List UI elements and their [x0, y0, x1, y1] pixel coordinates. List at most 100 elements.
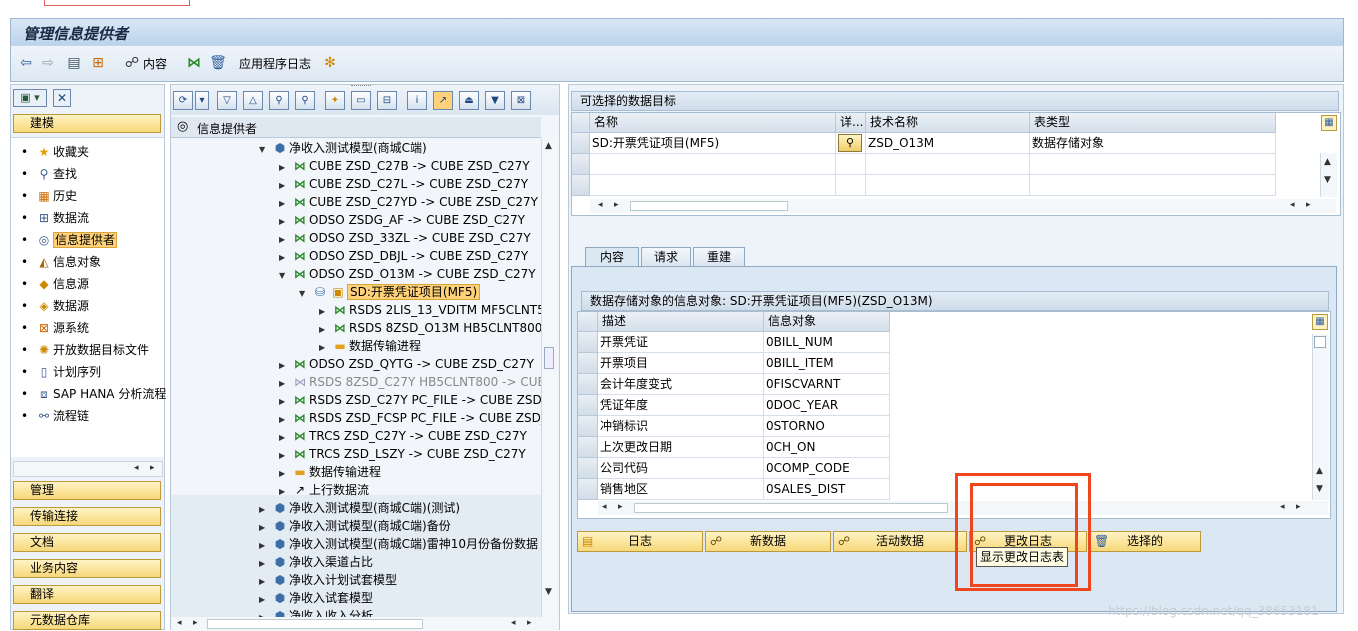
row-selector[interactable]: [572, 154, 590, 175]
scroll-right-icon[interactable]: ▸: [527, 618, 532, 628]
nav-infosource[interactable]: • ◆ 信息源: [21, 274, 89, 294]
tree-node[interactable]: ▶ ⋈ TRCS ZSD_LSZY -> CUBE ZSD_C27Y: [279, 445, 526, 463]
tree-node[interactable]: ▶ ⋈ RSDS 2LIS_13_VDITM MF5CLNT500: [319, 301, 541, 319]
tree-node[interactable]: ▶ ⬢ 净收入测试模型(商城C端)(测试): [259, 499, 460, 517]
tree-node[interactable]: ▶ ⋈ CUBE ZSD_C27B -> CUBE ZSD_C27Y: [279, 157, 530, 175]
scroll-up-icon[interactable]: ▲: [1324, 157, 1331, 167]
tree-node[interactable]: ▶ ⬢ 净收入测试模型(商城C端)备份: [259, 517, 451, 535]
scroll-left-icon[interactable]: ◂: [598, 200, 603, 210]
row-selector[interactable]: [572, 133, 590, 154]
tree-node[interactable]: ▶ ⬢ 净收入测试模型(商城C端)雷神10月份备份数据: [259, 535, 538, 553]
scroll-down-icon[interactable]: ▼: [1324, 175, 1331, 185]
scroll-thumb[interactable]: [630, 201, 788, 211]
back-arrow-icon[interactable]: ⇦: [17, 54, 35, 72]
row-selector[interactable]: [578, 458, 598, 479]
tab-content[interactable]: 内容: [585, 247, 639, 267]
scroll-down-icon[interactable]: ▼: [545, 587, 552, 597]
scroll-thumb[interactable]: [207, 619, 423, 629]
dropdown-icon[interactable]: ▾: [195, 91, 209, 110]
log-button[interactable]: ▤ 日志: [577, 531, 703, 552]
new-data-button[interactable]: ☍ 新数据: [705, 531, 831, 552]
scroll-right-icon[interactable]: ▸: [614, 200, 619, 210]
transport-button[interactable]: 传输连接: [13, 507, 161, 526]
tree-node[interactable]: ▶ ⋈ CUBE ZSD_C27YD -> CUBE ZSD_C27Y: [279, 193, 538, 211]
modeling-button[interactable]: 建模: [13, 114, 161, 133]
tree-node[interactable]: ▶ ⋈ RSDS ZSD_C27Y PC_FILE -> CUBE ZSD_C: [279, 391, 541, 409]
tree-node[interactable]: ▶ ⋈ RSDS ZSD_FCSP PC_FILE -> CUBE ZSD_C: [279, 409, 541, 427]
targets-hscrollbar[interactable]: ◂ ▸ ◂ ▸: [590, 199, 1336, 213]
nav-dataflow[interactable]: • ⊞ 数据流: [21, 208, 89, 228]
tree-node[interactable]: ▶ ▬ 数据传输进程: [319, 337, 421, 355]
scroll-thumb[interactable]: [1314, 336, 1326, 348]
infoobjects-vscrollbar[interactable]: ▲ ▼: [1312, 334, 1329, 500]
layout-menu-icon[interactable]: ▣ ▾: [13, 89, 47, 107]
splitter-handle[interactable]: [351, 85, 371, 87]
tree-node[interactable]: ▶ ⬢ 净收入计划试套模型: [259, 571, 397, 589]
row-selector[interactable]: [578, 395, 598, 416]
admin-button[interactable]: 管理: [13, 481, 161, 500]
scroll-right-icon[interactable]: ▸: [193, 618, 198, 628]
metadata-repository-button[interactable]: 元数据仓库: [13, 611, 161, 630]
row-selector[interactable]: [578, 353, 598, 374]
collapse-icon[interactable]: △: [243, 91, 263, 110]
scroll-right-icon[interactable]: ▸: [1296, 502, 1301, 512]
scroll-up-icon[interactable]: ▲: [1316, 466, 1323, 476]
nav-hana-flow[interactable]: • ⧈ SAP HANA 分析流程: [21, 384, 166, 404]
scroll-thumb[interactable]: [634, 503, 948, 513]
tree-node[interactable]: ▶ ⋈ ODSO ZSD_DBJL -> CUBE ZSD_C27Y: [279, 247, 528, 265]
hierarchy-icon[interactable]: ⊞: [89, 54, 107, 72]
tree-node[interactable]: ▶ ↗ 上行数据流: [279, 481, 369, 499]
settings-icon[interactable]: ✻: [321, 54, 339, 72]
tree-node[interactable]: ▶ ⋈ RSDS 8ZSD_O13M HB5CLNT800 -: [319, 319, 541, 337]
tree-node[interactable]: ▶ ⋈ ODSO ZSD_QYTG -> CUBE ZSD_C27Y: [279, 355, 534, 373]
table-settings-icon[interactable]: ▦: [1312, 314, 1328, 330]
row-selector[interactable]: [572, 175, 590, 196]
nav-open-hub[interactable]: • ✺ 开放数据目标文件: [21, 340, 149, 360]
col-name[interactable]: 名称: [590, 113, 836, 133]
col-tech-name[interactable]: 技术名称: [866, 113, 1030, 133]
tree-node[interactable]: ▼ ⬢ 净收入测试模型(商城C端): [259, 139, 427, 157]
scroll-up-icon[interactable]: ▲: [545, 141, 552, 151]
row-selector[interactable]: [578, 479, 598, 500]
bowtie-icon[interactable]: ⋈: [185, 54, 203, 72]
translation-button[interactable]: 翻译: [13, 585, 161, 604]
row-selector[interactable]: [578, 332, 598, 353]
trash-icon[interactable]: 🗑: [209, 54, 227, 72]
tree-node[interactable]: ▶ ⬢ 净收入试套模型: [259, 589, 373, 607]
documents-button[interactable]: 文档: [13, 533, 161, 552]
grid-icon[interactable]: ⊠: [511, 91, 531, 110]
scroll-right-icon[interactable]: ▸: [1306, 200, 1311, 210]
scroll-down-icon[interactable]: ▼: [1316, 484, 1323, 494]
tree-node-selected[interactable]: ▼ ⛁ ▣ SD:开票凭证项目(MF5): [299, 283, 481, 301]
nav-sourcesystem[interactable]: • ⊠ 源系统: [21, 318, 89, 338]
content-button[interactable]: 内容: [143, 55, 167, 72]
selected-button[interactable]: 🗑 选择的: [1089, 531, 1201, 552]
refresh-icon[interactable]: ⟳: [173, 91, 193, 110]
nav-chain[interactable]: • ⚯ 流程链: [21, 406, 89, 426]
nav-search[interactable]: • ⚲ 查找: [21, 164, 77, 184]
add-favorite-icon[interactable]: ✦: [325, 91, 345, 110]
tab-requests[interactable]: 请求: [641, 247, 691, 267]
scroll-left-icon[interactable]: ◂: [134, 463, 139, 473]
scroll-left-icon[interactable]: ◂: [602, 502, 607, 512]
scroll-left-icon[interactable]: ◂: [1280, 502, 1285, 512]
nav-datasource[interactable]: • ◈ 数据源: [21, 296, 89, 316]
info-icon[interactable]: i: [407, 91, 427, 110]
targets-vscrollbar[interactable]: ▲ ▼: [1320, 153, 1337, 197]
tree-node[interactable]: ▼ ⋈ ODSO ZSD_O13M -> CUBE ZSD_C27Y: [279, 265, 536, 283]
scroll-right-icon[interactable]: ▸: [150, 463, 155, 473]
nav-process-chain[interactable]: • ▯ 计划序列: [21, 362, 101, 382]
tree-node[interactable]: ▶ ⋈ TRCS ZSD_C27Y -> CUBE ZSD_C27Y: [279, 427, 527, 445]
glasses-icon[interactable]: ☍: [123, 54, 141, 72]
business-content-button[interactable]: 业务内容: [13, 559, 161, 578]
scroll-thumb[interactable]: [544, 347, 554, 369]
tree-node[interactable]: ▶ ⬢ 净收入渠道占比: [259, 553, 373, 571]
scroll-left-icon[interactable]: ◂: [511, 618, 516, 628]
find-next-icon[interactable]: ⚲: [295, 91, 315, 110]
nav-infoprovider[interactable]: • ◎ 信息提供者: [21, 230, 118, 250]
filter-icon[interactable]: ▼: [485, 91, 505, 110]
tree-vscrollbar[interactable]: ▲ ▼: [541, 139, 558, 617]
row-selector[interactable]: [578, 437, 598, 458]
tree-node[interactable]: ▶ ⋈ ODSO ZSD_33ZL -> CUBE ZSD_C27Y: [279, 229, 531, 247]
tree-hscrollbar[interactable]: ◂ ▸ ◂ ▸: [171, 617, 559, 631]
